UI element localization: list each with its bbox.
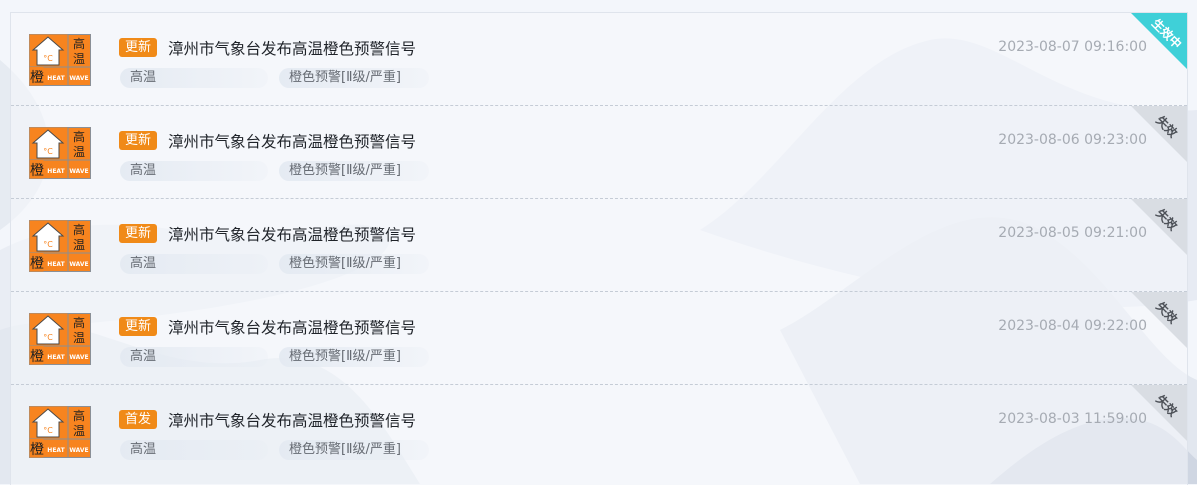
warning-type-tag: 高温 bbox=[120, 254, 268, 274]
svg-text:HEAT: HEAT bbox=[47, 261, 65, 268]
warning-title-link[interactable]: 漳州市气象台发布高温橙色预警信号 bbox=[168, 130, 416, 152]
warning-level-tag: 橙色预警[Ⅱ级/严重] bbox=[279, 347, 429, 367]
svg-text:高: 高 bbox=[73, 315, 85, 330]
warning-list: °C 高 温 橙 HEAT WAVE 更新 漳州市气象台发布高温橙色预警信号 高… bbox=[10, 12, 1188, 485]
warning-title-link[interactable]: 漳州市气象台发布高温橙色预警信号 bbox=[168, 409, 416, 431]
svg-text:温: 温 bbox=[73, 52, 85, 66]
warning-title-link[interactable]: 漳州市气象台发布高温橙色预警信号 bbox=[168, 223, 416, 245]
publish-time: 2023-08-05 09:21:00 bbox=[998, 225, 1147, 241]
svg-text:WAVE: WAVE bbox=[69, 354, 88, 361]
svg-text:橙: 橙 bbox=[30, 442, 44, 458]
svg-text:HEAT: HEAT bbox=[47, 168, 65, 175]
svg-text:橙: 橙 bbox=[30, 70, 44, 86]
list-item[interactable]: °C 高 温 橙 HEAT WAVE 更新 漳州市气象台发布高温橙色预警信号 高… bbox=[11, 106, 1187, 199]
svg-text:°C: °C bbox=[43, 240, 53, 249]
status-ribbon: 失效 bbox=[1131, 199, 1187, 255]
svg-text:HEAT: HEAT bbox=[47, 75, 65, 82]
list-item[interactable]: °C 高 温 橙 HEAT WAVE 更新 漳州市气象台发布高温橙色预警信号 高… bbox=[11, 292, 1187, 385]
publish-time: 2023-08-04 09:22:00 bbox=[998, 318, 1147, 334]
list-item[interactable]: °C 高 温 橙 HEAT WAVE 首发 漳州市气象台发布高温橙色预警信号 高… bbox=[11, 385, 1187, 478]
update-badge: 更新 bbox=[119, 317, 158, 336]
svg-text:高: 高 bbox=[73, 408, 85, 423]
heat-wave-orange-warning-icon: °C 高 温 橙 HEAT WAVE bbox=[29, 406, 91, 458]
svg-text:温: 温 bbox=[73, 331, 85, 345]
warning-title-link[interactable]: 漳州市气象台发布高温橙色预警信号 bbox=[168, 37, 416, 59]
status-ribbon: 生效中 bbox=[1131, 13, 1187, 69]
svg-text:温: 温 bbox=[73, 424, 85, 438]
svg-text:WAVE: WAVE bbox=[69, 261, 88, 268]
svg-text:高: 高 bbox=[73, 129, 85, 144]
svg-text:°C: °C bbox=[43, 426, 53, 435]
svg-text:温: 温 bbox=[73, 145, 85, 159]
svg-text:橙: 橙 bbox=[30, 349, 44, 365]
warning-type-tag: 高温 bbox=[120, 347, 268, 367]
svg-text:°C: °C bbox=[43, 147, 53, 156]
svg-text:橙: 橙 bbox=[30, 256, 44, 272]
svg-text:橙: 橙 bbox=[30, 163, 44, 179]
svg-text:WAVE: WAVE bbox=[69, 168, 88, 175]
list-item[interactable]: °C 高 温 橙 HEAT WAVE 更新 漳州市气象台发布高温橙色预警信号 高… bbox=[11, 199, 1187, 292]
svg-text:HEAT: HEAT bbox=[47, 354, 65, 361]
heat-wave-orange-warning-icon: °C 高 温 橙 HEAT WAVE bbox=[29, 220, 91, 272]
update-badge: 更新 bbox=[119, 38, 158, 57]
publish-time: 2023-08-07 09:16:00 bbox=[998, 39, 1147, 55]
status-ribbon: 失效 bbox=[1131, 292, 1187, 348]
status-ribbon: 失效 bbox=[1131, 106, 1187, 162]
svg-text:WAVE: WAVE bbox=[69, 447, 88, 454]
svg-text:°C: °C bbox=[43, 54, 53, 63]
warning-level-tag: 橙色预警[Ⅱ级/严重] bbox=[279, 254, 429, 274]
update-badge: 更新 bbox=[119, 224, 158, 243]
svg-text:°C: °C bbox=[43, 333, 53, 342]
svg-text:温: 温 bbox=[73, 238, 85, 252]
svg-text:高: 高 bbox=[73, 36, 85, 51]
heat-wave-orange-warning-icon: °C 高 温 橙 HEAT WAVE bbox=[29, 34, 91, 86]
warning-type-tag: 高温 bbox=[120, 68, 268, 88]
warning-level-tag: 橙色预警[Ⅱ级/严重] bbox=[279, 440, 429, 460]
warning-type-tag: 高温 bbox=[120, 161, 268, 181]
publish-time: 2023-08-06 09:23:00 bbox=[998, 132, 1147, 148]
svg-text:WAVE: WAVE bbox=[69, 75, 88, 82]
warning-title-link[interactable]: 漳州市气象台发布高温橙色预警信号 bbox=[168, 316, 416, 338]
warning-level-tag: 橙色预警[Ⅱ级/严重] bbox=[279, 161, 429, 181]
heat-wave-orange-warning-icon: °C 高 温 橙 HEAT WAVE bbox=[29, 313, 91, 365]
publish-time: 2023-08-03 11:59:00 bbox=[998, 411, 1147, 427]
list-item[interactable]: °C 高 温 橙 HEAT WAVE 更新 漳州市气象台发布高温橙色预警信号 高… bbox=[11, 13, 1187, 106]
warning-level-tag: 橙色预警[Ⅱ级/严重] bbox=[279, 68, 429, 88]
warning-type-tag: 高温 bbox=[120, 440, 268, 460]
update-badge: 首发 bbox=[119, 410, 158, 429]
svg-text:高: 高 bbox=[73, 222, 85, 237]
svg-text:HEAT: HEAT bbox=[47, 447, 65, 454]
heat-wave-orange-warning-icon: °C 高 温 橙 HEAT WAVE bbox=[29, 127, 91, 179]
status-ribbon: 失效 bbox=[1131, 385, 1187, 441]
update-badge: 更新 bbox=[119, 131, 158, 150]
